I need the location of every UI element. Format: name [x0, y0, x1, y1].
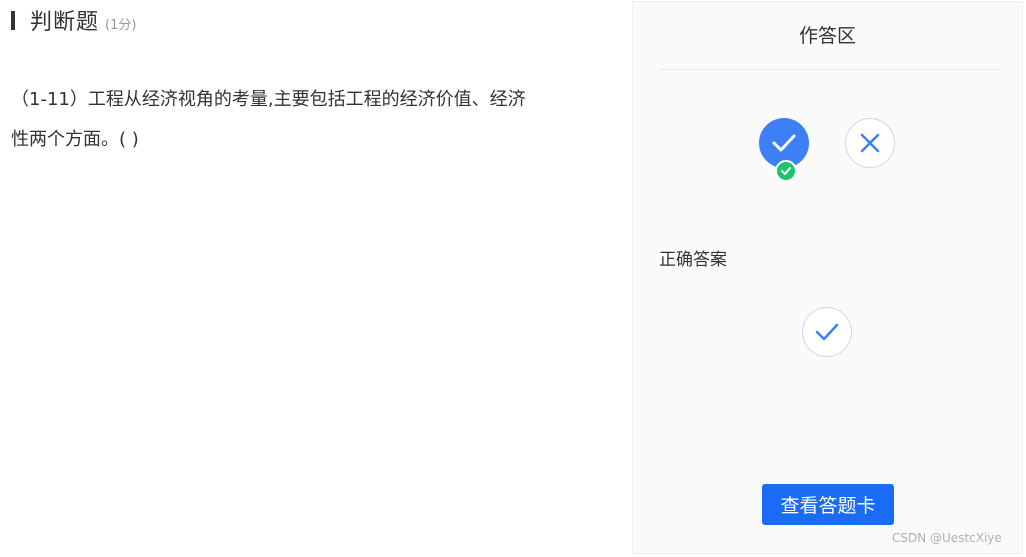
panel-title: 作答区	[798, 25, 856, 47]
check-icon	[815, 323, 839, 341]
question-text: （1-11）工程从经济视角的考量,主要包括工程的经济价值、经济 性两个方面。( …	[11, 80, 601, 160]
watermark: CSDN @UestcXiye	[892, 531, 1002, 545]
check-icon	[772, 134, 796, 152]
check-icon	[781, 167, 791, 175]
answer-panel: 作答区 正确答案 查看答题卡	[632, 1, 1023, 554]
option-false-button[interactable]	[845, 118, 895, 168]
page: 判断题 (1分) （1-11）工程从经济视角的考量,主要包括工程的经济价值、经济…	[0, 0, 1026, 557]
view-answer-card-button[interactable]: 查看答题卡	[762, 484, 894, 525]
question-type-title: 判断题	[30, 10, 100, 35]
correct-answer-indicator	[802, 307, 852, 357]
question-text-line-2: 性两个方面。( )	[11, 129, 139, 150]
correct-answer-label: 正确答案	[659, 250, 727, 270]
question-header: 判断题 (1分)	[11, 4, 136, 36]
question-text-line-1: （1-11）工程从经济视角的考量,主要包括工程的经济价值、经济	[11, 89, 526, 110]
selected-check-badge	[775, 160, 797, 182]
panel-divider	[659, 69, 1000, 70]
question-score: (1分)	[105, 17, 137, 33]
header-accent-bar	[11, 10, 15, 30]
close-icon	[860, 133, 880, 153]
